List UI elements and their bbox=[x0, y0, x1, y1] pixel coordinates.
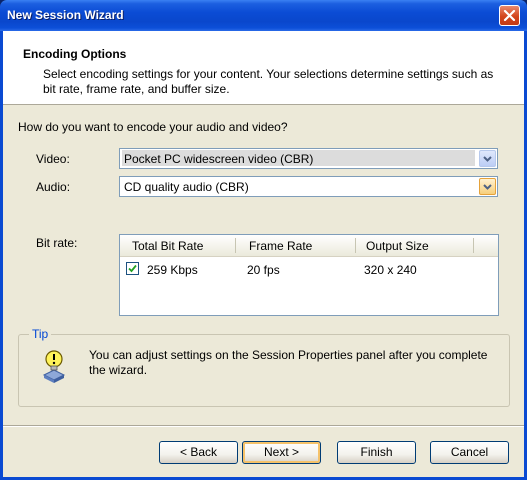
table-row[interactable]: 259 Kbps 20 fps 320 x 240 bbox=[120, 261, 498, 279]
close-icon bbox=[503, 9, 516, 22]
column-header-total-bit-rate[interactable]: Total Bit Rate bbox=[132, 239, 203, 253]
wizard-header: Encoding Options Select encoding setting… bbox=[3, 31, 524, 105]
column-divider[interactable] bbox=[235, 238, 236, 253]
cell-output-size: 320 x 240 bbox=[364, 263, 417, 277]
audio-label: Audio: bbox=[36, 180, 71, 194]
bit-rate-list-header: Total Bit Rate Frame Rate Output Size bbox=[120, 235, 498, 257]
dialog-body: Encoding Options Select encoding setting… bbox=[3, 31, 524, 477]
page-description: Select encoding settings for your conten… bbox=[43, 67, 494, 96]
window-title: New Session Wizard bbox=[7, 8, 124, 22]
audio-select[interactable]: CD quality audio (CBR) bbox=[119, 176, 498, 197]
video-label: Video: bbox=[36, 152, 70, 166]
bit-rate-list[interactable]: Total Bit Rate Frame Rate Output Size 25… bbox=[119, 234, 499, 316]
tip-label: Tip bbox=[29, 327, 52, 341]
row-checkbox[interactable] bbox=[126, 262, 139, 275]
lightbulb-icon bbox=[42, 350, 66, 383]
cell-frame-rate: 20 fps bbox=[247, 263, 280, 277]
window-frame: Encoding Options Select encoding setting… bbox=[0, 31, 527, 480]
close-button[interactable] bbox=[499, 5, 520, 26]
separator bbox=[3, 425, 524, 427]
title-bar[interactable]: New Session Wizard bbox=[0, 0, 527, 31]
page-title: Encoding Options bbox=[23, 47, 127, 61]
audio-dropdown-button[interactable] bbox=[479, 178, 496, 195]
column-divider[interactable] bbox=[355, 238, 356, 253]
column-header-output-size[interactable]: Output Size bbox=[366, 239, 429, 253]
video-select[interactable]: Pocket PC widescreen video (CBR) bbox=[119, 148, 498, 169]
cell-total-bit-rate: 259 Kbps bbox=[147, 263, 198, 277]
video-select-value: Pocket PC widescreen video (CBR) bbox=[122, 150, 475, 166]
chevron-down-icon bbox=[483, 184, 492, 190]
bit-rate-label: Bit rate: bbox=[36, 236, 78, 250]
finish-button[interactable]: Finish bbox=[337, 441, 416, 464]
audio-select-value: CD quality audio (CBR) bbox=[124, 180, 249, 194]
tip-text: You can adjust settings on the Session P… bbox=[89, 348, 488, 377]
chevron-down-icon bbox=[483, 156, 492, 162]
wizard-window: New Session Wizard Encoding Options Sele… bbox=[0, 0, 527, 480]
column-divider[interactable] bbox=[473, 238, 474, 253]
back-button[interactable]: < Back bbox=[159, 441, 238, 464]
cancel-button[interactable]: Cancel bbox=[430, 441, 509, 464]
encode-question: How do you want to encode your audio and… bbox=[18, 120, 288, 134]
video-dropdown-button[interactable] bbox=[479, 150, 496, 167]
column-header-frame-rate[interactable]: Frame Rate bbox=[249, 239, 312, 253]
checkmark-icon bbox=[128, 264, 137, 273]
next-button[interactable]: Next > bbox=[242, 441, 321, 464]
